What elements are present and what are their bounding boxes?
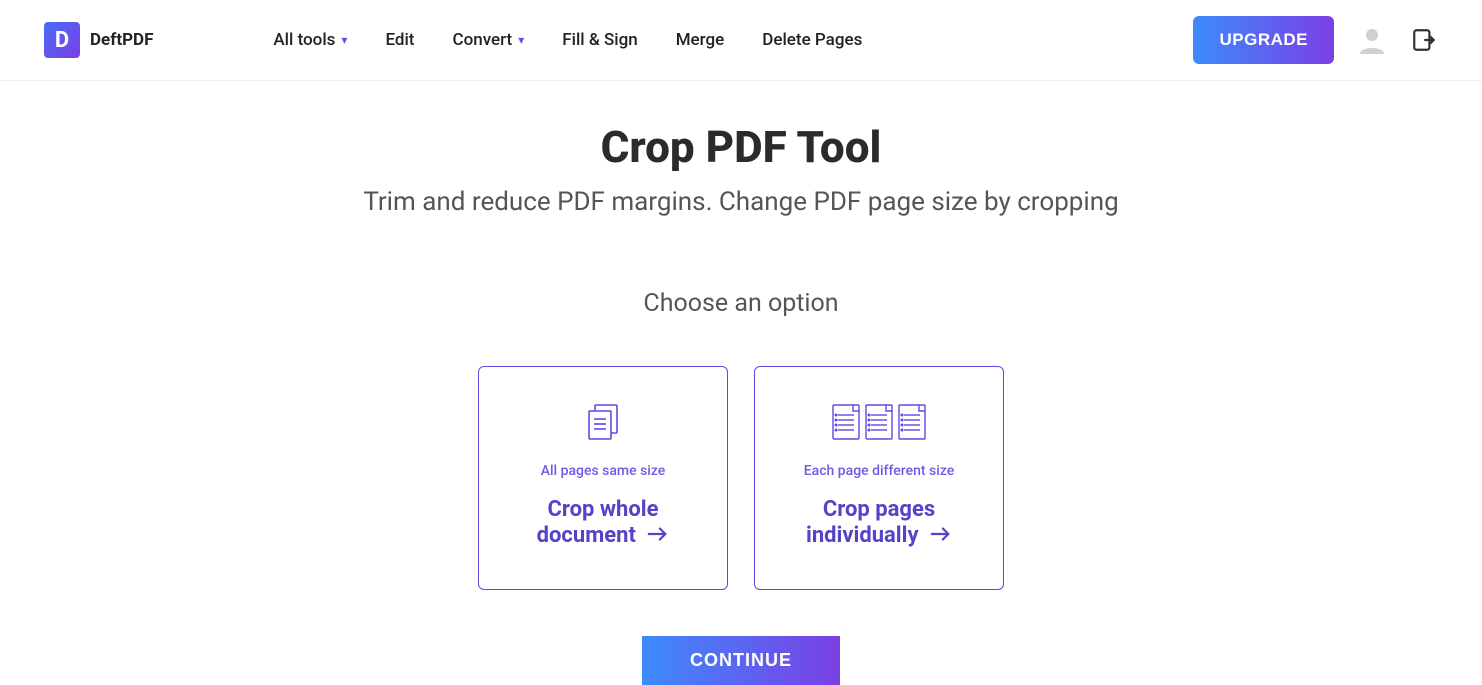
nav: All tools ▾ Edit Convert ▾ Fill & Sign M… [273, 30, 862, 50]
continue-button[interactable]: CONTINUE [642, 636, 840, 685]
logo[interactable]: D DeftPDF [44, 22, 153, 58]
avatar-icon[interactable] [1356, 24, 1388, 56]
nav-all-tools[interactable]: All tools ▾ [273, 30, 347, 50]
nav-convert[interactable]: Convert ▾ [452, 30, 524, 50]
option-sub: All pages same size [541, 463, 666, 479]
option-title: Crop pages individually [806, 497, 952, 550]
options-row: All pages same size Crop whole document [0, 366, 1482, 590]
logo-text: DeftPDF [90, 30, 153, 50]
option-title-line2: individually [806, 523, 919, 548]
option-title: Crop whole document [537, 497, 670, 550]
document-stack-icon [581, 397, 625, 445]
option-title-line1: Crop pages [823, 497, 935, 523]
upgrade-button[interactable]: UPGRADE [1193, 16, 1334, 64]
option-title-line2: document [537, 523, 636, 548]
multi-document-icon [829, 397, 929, 445]
arrow-right-icon [647, 523, 669, 549]
chevron-down-icon: ▾ [518, 33, 524, 47]
page-title: Crop PDF Tool [0, 121, 1482, 173]
nav-fill-sign[interactable]: Fill & Sign [562, 30, 637, 50]
header-right: UPGRADE [1193, 16, 1438, 64]
nav-edit[interactable]: Edit [385, 30, 414, 50]
main: Crop PDF Tool Trim and reduce PDF margin… [0, 81, 1482, 685]
option-sub: Each page different size [804, 463, 955, 479]
choose-label: Choose an option [0, 289, 1482, 318]
option-title-line1: Crop whole [548, 497, 659, 523]
header: D DeftPDF All tools ▾ Edit Convert ▾ Fil… [0, 0, 1482, 81]
chevron-down-icon: ▾ [341, 33, 347, 47]
page-subtitle: Trim and reduce PDF margins. Change PDF … [0, 187, 1482, 217]
nav-label: All tools [273, 30, 335, 50]
nav-label: Convert [452, 30, 512, 50]
logo-mark: D [44, 22, 80, 58]
exit-icon[interactable] [1410, 26, 1438, 54]
nav-delete-pages[interactable]: Delete Pages [762, 30, 862, 50]
nav-merge[interactable]: Merge [676, 30, 725, 50]
option-crop-whole[interactable]: All pages same size Crop whole document [478, 366, 728, 590]
arrow-right-icon [930, 523, 952, 549]
option-crop-individual[interactable]: Each page different size Crop pages indi… [754, 366, 1004, 590]
